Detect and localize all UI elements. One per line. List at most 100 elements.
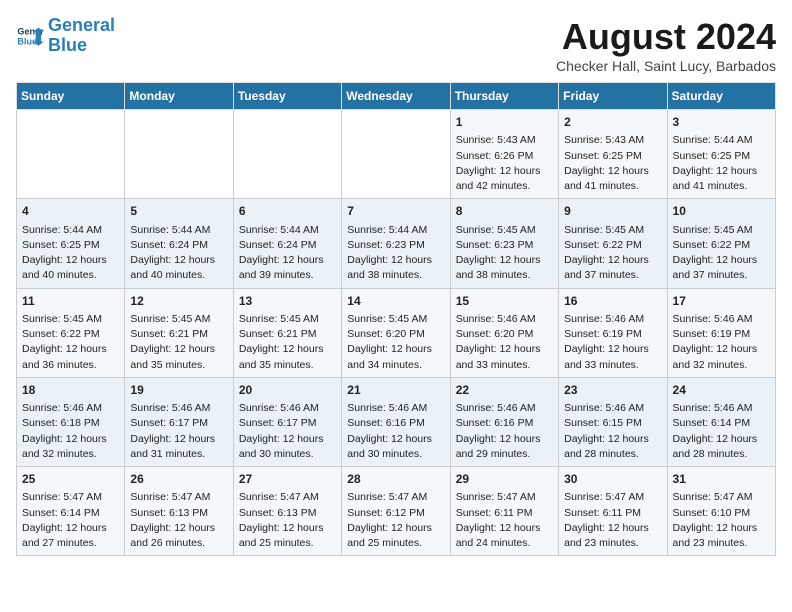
day-number: 5 (130, 203, 227, 220)
day-number: 14 (347, 293, 444, 310)
day-number: 30 (564, 471, 661, 488)
day-details: Sunrise: 5:44 AM Sunset: 6:25 PM Dayligh… (22, 223, 119, 284)
logo-icon: General Blue (16, 22, 44, 50)
calendar-cell (125, 110, 233, 199)
calendar-cell: 4 Sunrise: 5:44 AM Sunset: 6:25 PM Daylig… (17, 199, 125, 288)
day-details: Sunrise: 5:47 AM Sunset: 6:14 PM Dayligh… (22, 490, 119, 551)
calendar-cell: 26 Sunrise: 5:47 AM Sunset: 6:13 PM Dayli… (125, 467, 233, 556)
day-number: 25 (22, 471, 119, 488)
day-number: 31 (673, 471, 770, 488)
calendar-cell: 20Sunrise: 5:46 AM Sunset: 6:17 PM Dayli… (233, 377, 341, 466)
day-details: Sunrise: 5:44 AM Sunset: 6:23 PM Dayligh… (347, 223, 444, 284)
calendar-cell (342, 110, 450, 199)
calendar-cell: 14 Sunrise: 5:45 AM Sunset: 6:20 PM Dayli… (342, 288, 450, 377)
day-details: Sunrise: 5:46 AM Sunset: 6:14 PM Dayligh… (673, 401, 770, 462)
page-header: General Blue General Blue August 2024 Ch… (16, 16, 776, 74)
calendar-week-row: 18 Sunrise: 5:46 AM Sunset: 6:18 PM Dayli… (17, 377, 776, 466)
calendar-cell: 2Sunrise: 5:43 AM Sunset: 6:25 PM Daylig… (559, 110, 667, 199)
day-details: Sunrise: 5:45 AM Sunset: 6:21 PM Dayligh… (130, 312, 227, 373)
day-details: Sunrise: 5:43 AM Sunset: 6:25 PM Dayligh… (564, 133, 661, 194)
day-number: 10 (673, 203, 770, 220)
day-of-week-header: Friday (559, 83, 667, 110)
day-number: 18 (22, 382, 119, 399)
day-of-week-header: Tuesday (233, 83, 341, 110)
calendar-cell: 5 Sunrise: 5:44 AM Sunset: 6:24 PM Daylig… (125, 199, 233, 288)
day-number: 8 (456, 203, 553, 220)
calendar-cell: 25 Sunrise: 5:47 AM Sunset: 6:14 PM Dayli… (17, 467, 125, 556)
day-of-week-header: Thursday (450, 83, 558, 110)
calendar-cell: 7 Sunrise: 5:44 AM Sunset: 6:23 PM Daylig… (342, 199, 450, 288)
svg-text:Blue: Blue (17, 36, 37, 46)
day-number: 28 (347, 471, 444, 488)
day-details: Sunrise: 5:47 AM Sunset: 6:13 PM Dayligh… (130, 490, 227, 551)
calendar-cell: 23Sunrise: 5:46 AM Sunset: 6:15 PM Dayli… (559, 377, 667, 466)
calendar-cell: 3 Sunrise: 5:44 AM Sunset: 6:25 PM Daylig… (667, 110, 775, 199)
calendar-week-row: 1Sunrise: 5:43 AM Sunset: 6:26 PM Daylig… (17, 110, 776, 199)
day-of-week-header: Saturday (667, 83, 775, 110)
calendar-header: SundayMondayTuesdayWednesdayThursdayFrid… (17, 83, 776, 110)
header-row: SundayMondayTuesdayWednesdayThursdayFrid… (17, 83, 776, 110)
day-details: Sunrise: 5:44 AM Sunset: 6:24 PM Dayligh… (130, 223, 227, 284)
day-details: Sunrise: 5:43 AM Sunset: 6:26 PM Dayligh… (456, 133, 553, 194)
calendar-cell: 6 Sunrise: 5:44 AM Sunset: 6:24 PM Daylig… (233, 199, 341, 288)
calendar-cell: 9Sunrise: 5:45 AM Sunset: 6:22 PM Daylig… (559, 199, 667, 288)
calendar-cell: 8 Sunrise: 5:45 AM Sunset: 6:23 PM Daylig… (450, 199, 558, 288)
day-details: Sunrise: 5:47 AM Sunset: 6:10 PM Dayligh… (673, 490, 770, 551)
calendar-week-row: 11 Sunrise: 5:45 AM Sunset: 6:22 PM Dayli… (17, 288, 776, 377)
day-details: Sunrise: 5:47 AM Sunset: 6:11 PM Dayligh… (564, 490, 661, 551)
day-number: 29 (456, 471, 553, 488)
day-details: Sunrise: 5:46 AM Sunset: 6:18 PM Dayligh… (22, 401, 119, 462)
day-number: 27 (239, 471, 336, 488)
calendar-cell: 22Sunrise: 5:46 AM Sunset: 6:16 PM Dayli… (450, 377, 558, 466)
day-details: Sunrise: 5:44 AM Sunset: 6:25 PM Dayligh… (673, 133, 770, 194)
day-number: 6 (239, 203, 336, 220)
day-number: 11 (22, 293, 119, 310)
calendar-cell: 29 Sunrise: 5:47 AM Sunset: 6:11 PM Dayli… (450, 467, 558, 556)
day-number: 7 (347, 203, 444, 220)
day-number: 17 (673, 293, 770, 310)
day-number: 3 (673, 114, 770, 131)
day-details: Sunrise: 5:46 AM Sunset: 6:17 PM Dayligh… (239, 401, 336, 462)
day-number: 22 (456, 382, 553, 399)
calendar-week-row: 25 Sunrise: 5:47 AM Sunset: 6:14 PM Dayli… (17, 467, 776, 556)
day-details: Sunrise: 5:45 AM Sunset: 6:22 PM Dayligh… (22, 312, 119, 373)
day-details: Sunrise: 5:46 AM Sunset: 6:15 PM Dayligh… (564, 401, 661, 462)
day-number: 19 (130, 382, 227, 399)
calendar-cell (17, 110, 125, 199)
calendar-cell: 11 Sunrise: 5:45 AM Sunset: 6:22 PM Dayli… (17, 288, 125, 377)
day-details: Sunrise: 5:47 AM Sunset: 6:11 PM Dayligh… (456, 490, 553, 551)
day-details: Sunrise: 5:46 AM Sunset: 6:19 PM Dayligh… (673, 312, 770, 373)
day-details: Sunrise: 5:47 AM Sunset: 6:13 PM Dayligh… (239, 490, 336, 551)
calendar-cell: 1Sunrise: 5:43 AM Sunset: 6:26 PM Daylig… (450, 110, 558, 199)
calendar-cell (233, 110, 341, 199)
day-details: Sunrise: 5:45 AM Sunset: 6:20 PM Dayligh… (347, 312, 444, 373)
calendar-cell: 24Sunrise: 5:46 AM Sunset: 6:14 PM Dayli… (667, 377, 775, 466)
day-details: Sunrise: 5:44 AM Sunset: 6:24 PM Dayligh… (239, 223, 336, 284)
day-number: 26 (130, 471, 227, 488)
day-details: Sunrise: 5:45 AM Sunset: 6:22 PM Dayligh… (673, 223, 770, 284)
logo: General Blue General Blue (16, 16, 115, 56)
calendar-cell: 31 Sunrise: 5:47 AM Sunset: 6:10 PM Dayli… (667, 467, 775, 556)
calendar-cell: 12 Sunrise: 5:45 AM Sunset: 6:21 PM Dayli… (125, 288, 233, 377)
calendar-cell: 19Sunrise: 5:46 AM Sunset: 6:17 PM Dayli… (125, 377, 233, 466)
calendar-cell: 30 Sunrise: 5:47 AM Sunset: 6:11 PM Dayli… (559, 467, 667, 556)
logo-line1: General (48, 15, 115, 35)
day-details: Sunrise: 5:46 AM Sunset: 6:19 PM Dayligh… (564, 312, 661, 373)
day-details: Sunrise: 5:45 AM Sunset: 6:22 PM Dayligh… (564, 223, 661, 284)
calendar-table: SundayMondayTuesdayWednesdayThursdayFrid… (16, 82, 776, 556)
calendar-cell: 18 Sunrise: 5:46 AM Sunset: 6:18 PM Dayli… (17, 377, 125, 466)
day-number: 21 (347, 382, 444, 399)
logo-line2: Blue (48, 35, 87, 55)
calendar-cell: 16Sunrise: 5:46 AM Sunset: 6:19 PM Dayli… (559, 288, 667, 377)
calendar-cell: 15Sunrise: 5:46 AM Sunset: 6:20 PM Dayli… (450, 288, 558, 377)
day-number: 4 (22, 203, 119, 220)
calendar-cell: 10 Sunrise: 5:45 AM Sunset: 6:22 PM Dayli… (667, 199, 775, 288)
logo-text: General Blue (48, 16, 115, 56)
calendar-cell: 28Sunrise: 5:47 AM Sunset: 6:12 PM Dayli… (342, 467, 450, 556)
day-details: Sunrise: 5:45 AM Sunset: 6:23 PM Dayligh… (456, 223, 553, 284)
day-number: 12 (130, 293, 227, 310)
day-details: Sunrise: 5:46 AM Sunset: 6:16 PM Dayligh… (347, 401, 444, 462)
day-of-week-header: Monday (125, 83, 233, 110)
day-details: Sunrise: 5:45 AM Sunset: 6:21 PM Dayligh… (239, 312, 336, 373)
month-title: August 2024 (556, 16, 776, 58)
